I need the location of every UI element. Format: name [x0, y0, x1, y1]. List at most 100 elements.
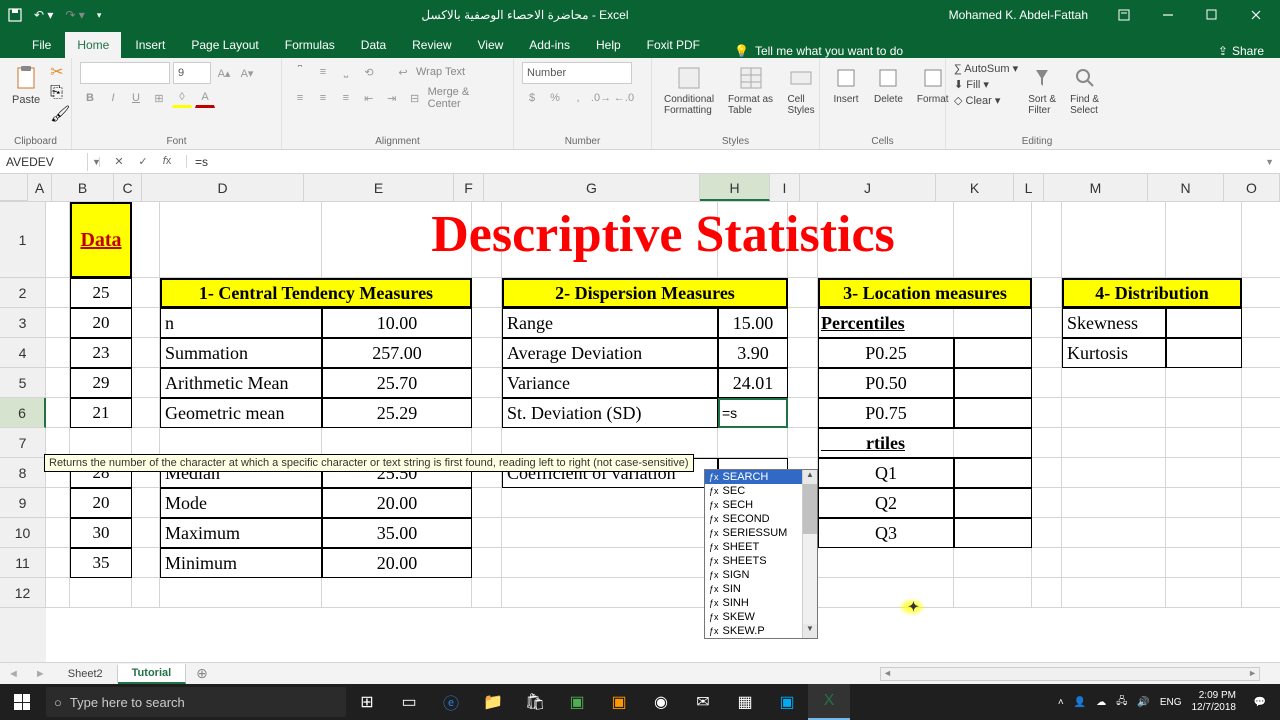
cell-G11[interactable] [502, 548, 718, 578]
tell-me-search[interactable]: 💡 Tell me what you want to do [734, 44, 903, 58]
section4-name-0[interactable]: Skewness [1062, 308, 1166, 338]
insert-function-icon[interactable]: fx [158, 155, 176, 168]
cell-F4[interactable] [472, 338, 502, 368]
tray-clock[interactable]: 2:09 PM 12/7/2018 [1192, 690, 1237, 714]
cell-A9[interactable] [46, 488, 70, 518]
taskbar-app3-icon[interactable]: ▣ [766, 684, 808, 720]
autocomplete-item-sin[interactable]: ƒx SIN [705, 582, 817, 596]
cell-L2[interactable] [1032, 278, 1062, 308]
autocomplete-item-sec[interactable]: ƒx SEC [705, 484, 817, 498]
taskbar-app-folder-icon[interactable]: ▭ [388, 684, 430, 720]
cell-A12[interactable] [46, 578, 70, 608]
cell-F12[interactable] [472, 578, 502, 608]
cell-D12[interactable] [160, 578, 322, 608]
section1-name-8[interactable]: Minimum [160, 548, 322, 578]
cell-I6[interactable] [788, 398, 818, 428]
data-value-3[interactable]: 20 [70, 308, 132, 338]
section1-name-1[interactable]: Summation [160, 338, 322, 368]
tray-network-icon[interactable]: 🖧 [1116, 694, 1127, 711]
formula-enter-icon[interactable]: ✓ [134, 155, 152, 168]
cell-M5[interactable] [1062, 368, 1166, 398]
row-header-4[interactable]: 4 [0, 338, 46, 368]
column-header-F[interactable]: F [454, 174, 484, 201]
data-value-5[interactable]: 29 [70, 368, 132, 398]
wrap-text-button[interactable]: Wrap Text [416, 66, 465, 78]
cell-M8[interactable] [1062, 458, 1166, 488]
taskbar-app-icon[interactable]: ▣ [556, 684, 598, 720]
percentile-0[interactable]: P0.25 [818, 338, 954, 368]
cell-F3[interactable] [472, 308, 502, 338]
tab-insert[interactable]: Insert [123, 32, 177, 58]
cell-styles-button[interactable]: Cell Styles [783, 62, 819, 118]
column-header-E[interactable]: E [304, 174, 454, 201]
border-button[interactable]: ⊞ [149, 88, 169, 108]
row-header-3[interactable]: 3 [0, 308, 46, 338]
taskbar-store-icon[interactable]: 🛍 [514, 684, 556, 720]
cell-O3[interactable] [1242, 308, 1280, 338]
cut-icon[interactable]: ✂ [50, 62, 70, 82]
section2-val-1[interactable]: 3.90 [718, 338, 788, 368]
row-header-7[interactable]: 7 [0, 428, 46, 458]
row-header-2[interactable]: 2 [0, 278, 46, 308]
formula-expand-icon[interactable]: ▼ [1259, 157, 1280, 167]
autocomplete-item-second[interactable]: ƒx SECOND [705, 512, 817, 526]
cell-O1[interactable] [1242, 202, 1280, 278]
scroll-thumb[interactable] [803, 484, 817, 534]
cell-N11[interactable] [1166, 548, 1242, 578]
tab-page-layout[interactable]: Page Layout [179, 32, 270, 58]
cell-K11[interactable] [954, 548, 1032, 578]
cell-A6[interactable] [46, 398, 70, 428]
bold-button[interactable]: B [80, 88, 100, 108]
underline-button[interactable]: U [126, 88, 146, 108]
align-center-icon[interactable]: ≡ [313, 88, 333, 108]
undo-icon[interactable]: ↶ ▾ [34, 8, 53, 22]
cell-I2[interactable] [788, 278, 818, 308]
cell-N12[interactable] [1166, 578, 1242, 608]
cell-F11[interactable] [472, 548, 502, 578]
cell-O8[interactable] [1242, 458, 1280, 488]
name-box[interactable]: AVEDEV [0, 153, 88, 171]
taskbar-explorer-icon[interactable]: 📁 [472, 684, 514, 720]
cell-O7[interactable] [1242, 428, 1280, 458]
shrink-font-icon[interactable]: A▾ [237, 63, 257, 83]
cell-E12[interactable] [322, 578, 472, 608]
column-header-M[interactable]: M [1044, 174, 1148, 201]
cell-J11[interactable] [818, 548, 954, 578]
section4-name-1[interactable]: Kurtosis [1062, 338, 1166, 368]
section1-val-3[interactable]: 25.29 [322, 398, 472, 428]
section1-name-7[interactable]: Maximum [160, 518, 322, 548]
row-header-5[interactable]: 5 [0, 368, 46, 398]
sheet-nav-next-icon[interactable]: ► [27, 668, 54, 680]
cell-M9[interactable] [1062, 488, 1166, 518]
cell-G12[interactable] [502, 578, 718, 608]
cells-area[interactable]: Data252023292128203035Descriptive Statis… [46, 202, 1280, 662]
user-name[interactable]: Mohamed K. Abdel-Fattah [949, 8, 1088, 22]
section2-name-0[interactable]: Range [502, 308, 718, 338]
cell-F6[interactable] [472, 398, 502, 428]
font-family-select[interactable] [80, 62, 170, 84]
cell-G10[interactable] [502, 518, 718, 548]
column-header-N[interactable]: N [1148, 174, 1224, 201]
autocomplete-item-sinh[interactable]: ƒx SINH [705, 596, 817, 610]
grow-font-icon[interactable]: A▴ [214, 63, 234, 83]
start-button[interactable] [0, 684, 44, 720]
tab-file[interactable]: File [20, 32, 63, 58]
cell-C5[interactable] [132, 368, 160, 398]
autocomplete-item-search[interactable]: ƒx SEARCH [705, 470, 817, 484]
section1-val-0[interactable]: 10.00 [322, 308, 472, 338]
column-header-D[interactable]: D [142, 174, 304, 201]
cell-O5[interactable] [1242, 368, 1280, 398]
fill-color-button[interactable]: ◊ [172, 88, 192, 108]
main-title[interactable]: Descriptive Statistics [160, 202, 1166, 278]
align-left-icon[interactable]: ≡ [290, 88, 310, 108]
cell-M6[interactable] [1062, 398, 1166, 428]
autocomplete-item-sech[interactable]: ƒx SECH [705, 498, 817, 512]
column-header-A[interactable]: A [28, 174, 52, 201]
sheet-tab-tutorial[interactable]: Tutorial [118, 664, 187, 684]
data-value-10[interactable]: 30 [70, 518, 132, 548]
cell-A4[interactable] [46, 338, 70, 368]
autocomplete-item-skew[interactable]: ƒx SKEW [705, 610, 817, 624]
section1-header[interactable]: 1- Central Tendency Measures [160, 278, 472, 308]
format-painter-icon[interactable]: 🖌 [50, 104, 70, 124]
tray-volume-icon[interactable]: 🔊 [1137, 697, 1149, 708]
